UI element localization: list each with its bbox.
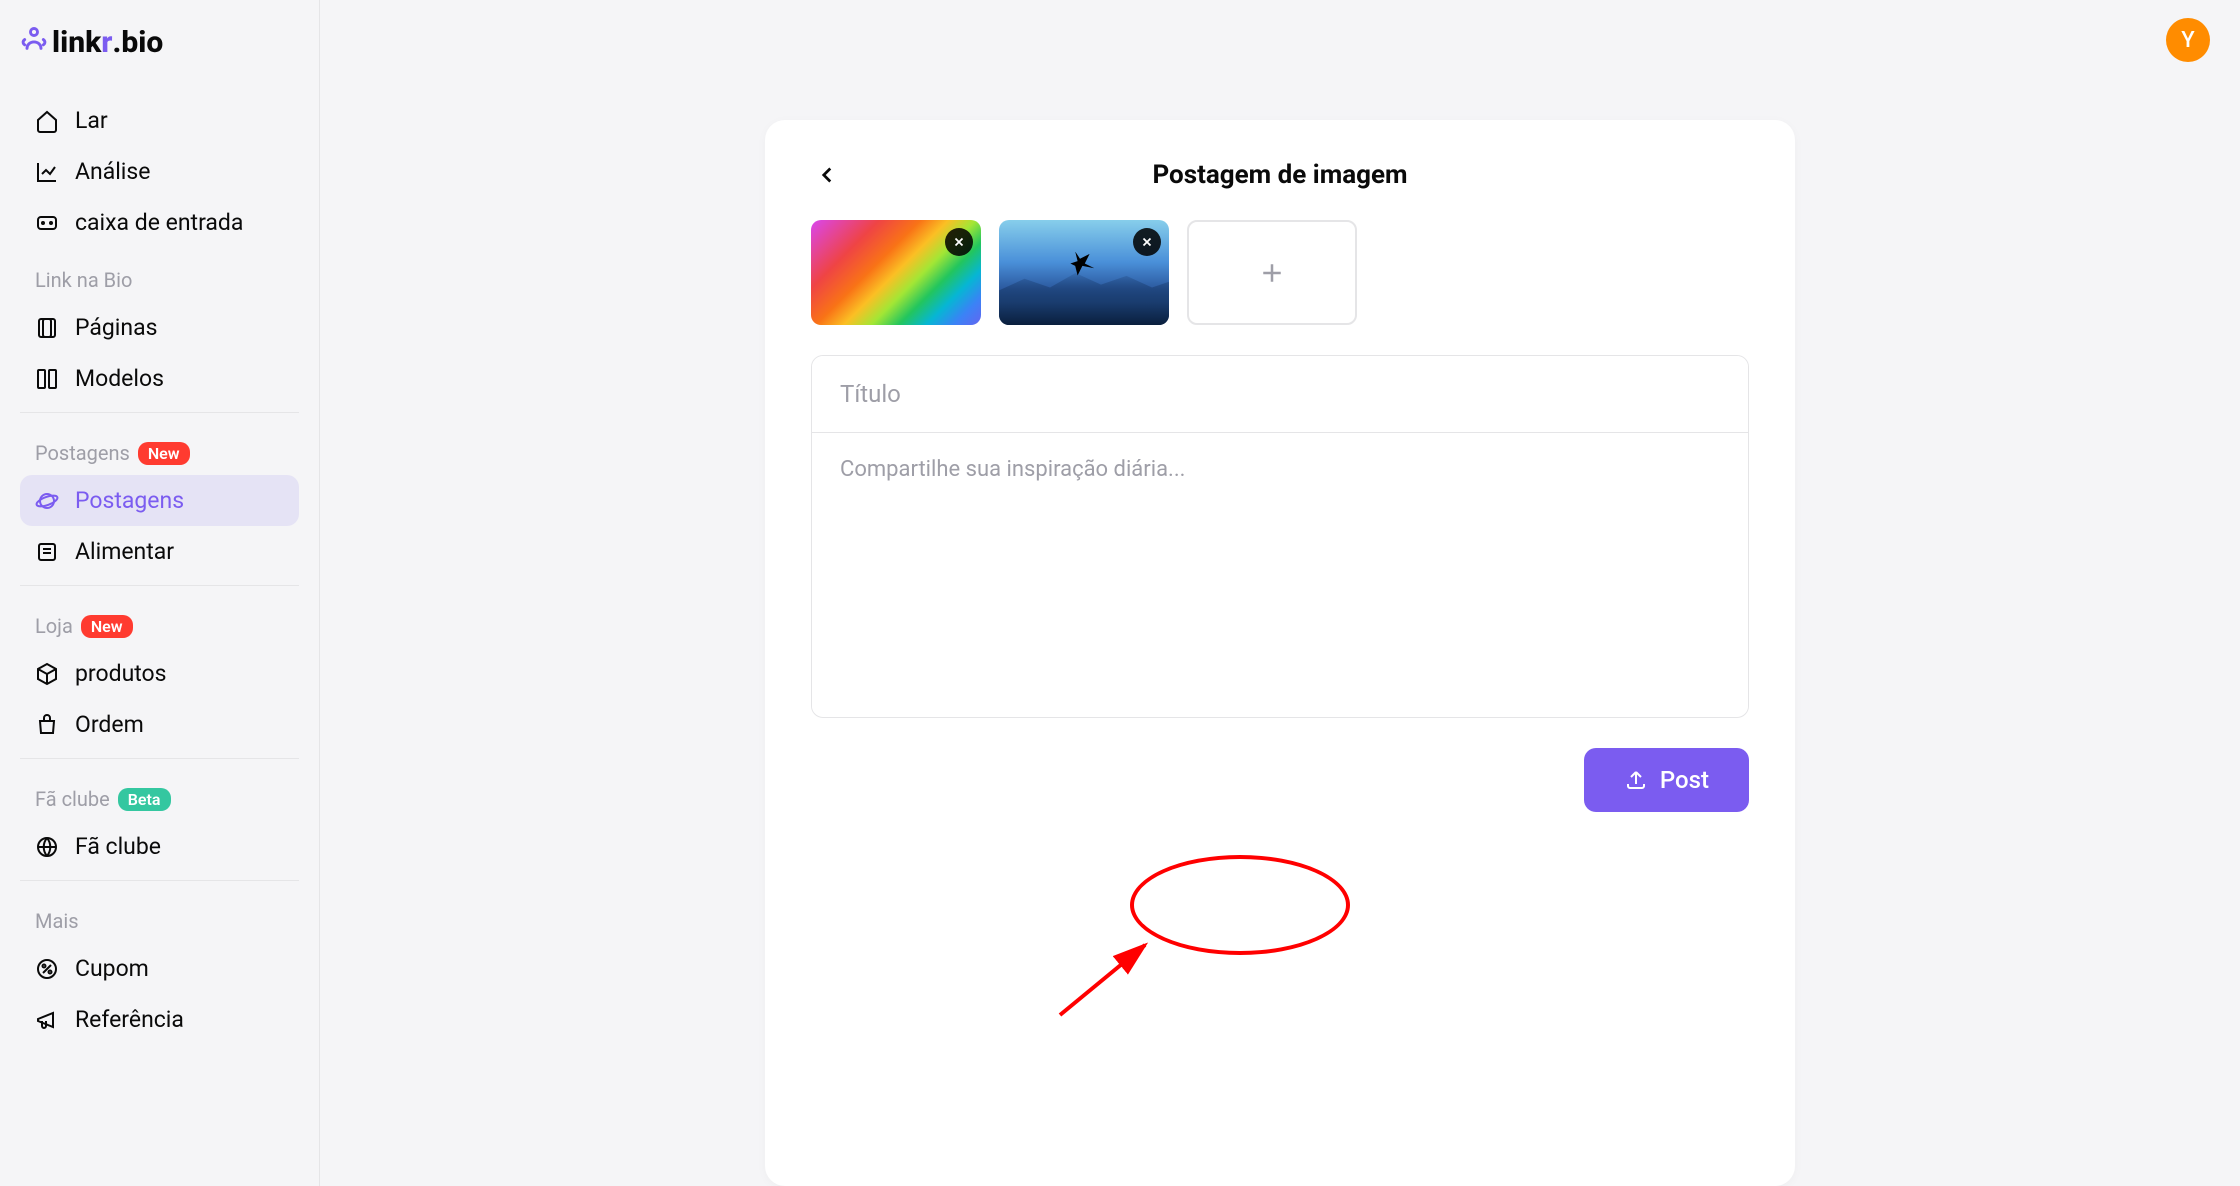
globe-icon	[35, 835, 59, 859]
add-image-button[interactable]	[1187, 220, 1357, 325]
sidebar-item-páginas[interactable]: Páginas	[20, 302, 299, 353]
sidebar-item-label: Análise	[75, 158, 150, 185]
post-card: Postagem de imagem	[765, 120, 1795, 1186]
sidebar-item-produtos[interactable]: produtos	[20, 648, 299, 699]
sidebar-item-home[interactable]: Lar	[20, 95, 299, 146]
home-icon	[35, 109, 59, 133]
sidebar: linkr.bio Lar Análise caixa de entrada L…	[0, 0, 320, 1186]
card-header: Postagem de imagem	[811, 160, 1749, 190]
section-title: Loja	[35, 614, 73, 638]
megaphone-icon	[35, 1008, 59, 1032]
card-title: Postagem de imagem	[811, 160, 1749, 190]
section-title: Postagens	[35, 441, 130, 465]
sidebar-item-label: Lar	[75, 107, 108, 134]
section-header: Link na Bio	[20, 248, 299, 302]
badge-beta: Beta	[118, 788, 171, 811]
sidebar-item-label: Referência	[75, 1006, 184, 1033]
divider	[20, 585, 299, 586]
upload-icon	[1624, 768, 1648, 792]
form-group	[811, 355, 1749, 718]
back-button[interactable]	[811, 159, 843, 191]
sidebar-item-label: Fã clube	[75, 833, 161, 860]
sidebar-item-label: Modelos	[75, 365, 164, 392]
card-footer: Post	[811, 748, 1749, 812]
chevron-left-icon	[814, 162, 840, 188]
section-header: Mais	[20, 889, 299, 943]
percent-icon	[35, 957, 59, 981]
section-header: Postagens New	[20, 421, 299, 475]
divider	[20, 412, 299, 413]
sidebar-item-label: Ordem	[75, 711, 144, 738]
sidebar-item-label: Cupom	[75, 955, 149, 982]
sidebar-item-referência[interactable]: Referência	[20, 994, 299, 1045]
remove-image-button[interactable]	[1133, 228, 1161, 256]
badge-new: New	[138, 442, 190, 465]
chart-icon	[35, 160, 59, 184]
logo[interactable]: linkr.bio	[20, 20, 299, 65]
title-input[interactable]	[812, 356, 1748, 433]
models-icon	[35, 367, 59, 391]
sidebar-item-analytics[interactable]: Análise	[20, 146, 299, 197]
content-input[interactable]	[812, 433, 1748, 713]
close-icon	[952, 235, 966, 249]
section-header: Fã clube Beta	[20, 767, 299, 821]
avatar[interactable]: Y	[2166, 18, 2210, 62]
sidebar-item-label: caixa de entrada	[75, 209, 243, 236]
logo-icon	[20, 25, 48, 60]
sidebar-item-modelos[interactable]: Modelos	[20, 353, 299, 404]
plus-icon	[1257, 258, 1287, 288]
section-title: Link na Bio	[35, 268, 132, 292]
planet-icon	[35, 489, 59, 513]
pages-icon	[35, 316, 59, 340]
sidebar-item-ordem[interactable]: Ordem	[20, 699, 299, 750]
sidebar-item-label: Alimentar	[75, 538, 174, 565]
remove-image-button[interactable]	[945, 228, 973, 256]
sidebar-item-label: produtos	[75, 660, 167, 687]
post-button[interactable]: Post	[1584, 748, 1749, 812]
divider	[20, 758, 299, 759]
badge-new: New	[81, 615, 133, 638]
feed-icon	[35, 540, 59, 564]
section-title: Fã clube	[35, 787, 110, 811]
box-icon	[35, 662, 59, 686]
bag-icon	[35, 713, 59, 737]
image-thumb-1[interactable]	[811, 220, 981, 325]
image-row	[811, 220, 1749, 325]
divider	[20, 880, 299, 881]
sidebar-item-label: Postagens	[75, 487, 184, 514]
sidebar-item-cupom[interactable]: Cupom	[20, 943, 299, 994]
sidebar-item-label: Páginas	[75, 314, 158, 341]
image-thumb-2[interactable]	[999, 220, 1169, 325]
main-area: Y Postagem de imagem	[320, 0, 2240, 1186]
sidebar-item-inbox[interactable]: caixa de entrada	[20, 197, 299, 248]
sidebar-item-postagens[interactable]: Postagens	[20, 475, 299, 526]
sidebar-item-alimentar[interactable]: Alimentar	[20, 526, 299, 577]
inbox-icon	[35, 211, 59, 235]
close-icon	[1140, 235, 1154, 249]
section-header: Loja New	[20, 594, 299, 648]
section-title: Mais	[35, 909, 79, 933]
sidebar-item-fã-clube[interactable]: Fã clube	[20, 821, 299, 872]
